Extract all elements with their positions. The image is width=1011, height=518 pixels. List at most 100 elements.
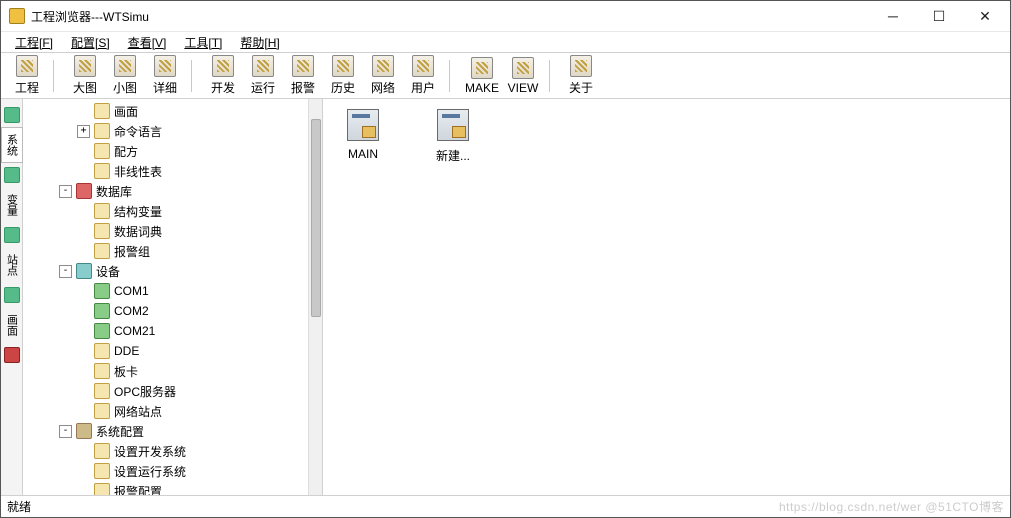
- tree-node-16[interactable]: -系统配置: [23, 421, 308, 441]
- tree-expander: [77, 225, 90, 238]
- tree-node-12[interactable]: DDE: [23, 341, 308, 361]
- tree-scroll[interactable]: 画面 + 命令语言配方非线性表 - 数据库结构变量数据词典报警组-设备 COM1 COM2C…: [23, 99, 308, 495]
- vtab-icon-0: [4, 107, 20, 123]
- tree-node-label: 命令语言: [114, 123, 162, 140]
- tree-expander: [77, 165, 90, 178]
- tree-node-18[interactable]: 设置运行系统: [23, 461, 308, 481]
- content-item-label: MAIN: [348, 147, 378, 161]
- app-icon: [9, 8, 25, 24]
- toolbar-报警[interactable]: 报警: [283, 53, 323, 98]
- tree-node-14[interactable]: OPC服务器: [23, 381, 308, 401]
- toolbar-工程-icon: [16, 55, 38, 77]
- toolbar-用户[interactable]: 用户: [403, 53, 443, 98]
- tree-node-icon: [76, 263, 92, 279]
- app-window: 工程浏览器---WTSimu ─ ☐ ✕ 工程[F]配置[S]查看[V]工具[T…: [0, 0, 1011, 518]
- tree-node-icon: [94, 363, 110, 379]
- toolbar-报警-label: 报警: [291, 79, 315, 96]
- menu-3[interactable]: 工具[T]: [176, 32, 230, 53]
- tree-expander[interactable]: +: [77, 125, 90, 138]
- toolbar-工程[interactable]: 工程: [7, 53, 47, 98]
- tree-expander[interactable]: -: [59, 425, 72, 438]
- tree-node-0[interactable]: 画面: [23, 101, 308, 121]
- tree-node-3[interactable]: 非线性表: [23, 161, 308, 181]
- vtab-画面[interactable]: 画面: [1, 307, 23, 343]
- toolbar-make-label: MAKE: [465, 81, 499, 95]
- content-item-新建...[interactable]: 新建...: [423, 109, 483, 164]
- toolbar-关于[interactable]: 关于: [561, 53, 601, 98]
- vtab-icon-3: [4, 287, 20, 303]
- tree-node-15[interactable]: 网络站点: [23, 401, 308, 421]
- toolbar-小图-label: 小图: [113, 79, 137, 96]
- tree-node-label: 设置开发系统: [114, 443, 186, 460]
- tree-node-7[interactable]: 报警组: [23, 241, 308, 261]
- toolbar-详细[interactable]: 详细: [145, 53, 185, 98]
- tree-expander: [77, 365, 90, 378]
- tree-node-10[interactable]: COM2: [23, 301, 308, 321]
- tree-scrollbar[interactable]: [308, 99, 322, 495]
- tree-node-6[interactable]: 数据词典: [23, 221, 308, 241]
- scrollbar-thumb[interactable]: [311, 119, 321, 317]
- tree-node-17[interactable]: 设置开发系统: [23, 441, 308, 461]
- toolbar-view[interactable]: VIEW: [503, 55, 543, 97]
- maximize-button[interactable]: ☐: [916, 1, 962, 31]
- minimize-button[interactable]: ─: [870, 1, 916, 31]
- toolbar-view-label: VIEW: [508, 81, 539, 95]
- toolbar-开发[interactable]: 开发: [203, 53, 243, 98]
- status-text: 就绪: [7, 498, 31, 515]
- vtab-系统[interactable]: 系统: [1, 127, 23, 163]
- menu-0[interactable]: 工程[F]: [7, 32, 61, 53]
- toolbar-网络-icon: [372, 55, 394, 77]
- tree-expander: [77, 325, 90, 338]
- tree-node-label: 网络站点: [114, 403, 162, 420]
- menu-2[interactable]: 查看[V]: [120, 32, 175, 53]
- vtab-站点[interactable]: 站点: [1, 247, 23, 283]
- tree-node-11[interactable]: COM21: [23, 321, 308, 341]
- tree-node-label: OPC服务器: [114, 383, 176, 400]
- tree-node-icon: [94, 383, 110, 399]
- toolbar-用户-label: 用户: [411, 79, 435, 96]
- tree-node-icon: [94, 103, 110, 119]
- toolbar-运行-icon: [252, 55, 274, 77]
- tree-node-icon: [94, 323, 110, 339]
- tree-expander[interactable]: -: [59, 185, 72, 198]
- toolbar-关于-icon: [570, 55, 592, 77]
- tree-node-13[interactable]: 板卡: [23, 361, 308, 381]
- vtab-extra-icon[interactable]: [4, 347, 20, 363]
- toolbar-大图[interactable]: 大图: [65, 53, 105, 98]
- tree-panel: 画面 + 命令语言配方非线性表 - 数据库结构变量数据词典报警组-设备 COM1 COM2C…: [23, 99, 323, 495]
- tree-node-5[interactable]: 结构变量: [23, 201, 308, 221]
- menu-1[interactable]: 配置[S]: [63, 32, 118, 53]
- tree-node-4[interactable]: - 数据库: [23, 181, 308, 201]
- titlebar: 工程浏览器---WTSimu ─ ☐ ✕: [1, 1, 1010, 31]
- tree-node-label: 数据库: [96, 183, 132, 200]
- tree-node-2[interactable]: 配方: [23, 141, 308, 161]
- toolbar-工程-label: 工程: [15, 79, 39, 96]
- toolbar-开发-label: 开发: [211, 79, 235, 96]
- content-area[interactable]: MAIN 新建...: [323, 99, 1010, 495]
- tree-node-icon: [94, 403, 110, 419]
- tree-node-1[interactable]: + 命令语言: [23, 121, 308, 141]
- tree-expander[interactable]: -: [59, 265, 72, 278]
- main-body: 系统变量站点画面 画面+命令语言配方非线性表-数据库结构变量数据词典报警组-设备…: [1, 99, 1010, 495]
- tree-node-label: 报警组: [114, 243, 150, 260]
- toolbar-separator: [53, 60, 59, 92]
- toolbar-make[interactable]: MAKE: [461, 55, 503, 97]
- close-button[interactable]: ✕: [962, 1, 1008, 31]
- toolbar-网络[interactable]: 网络: [363, 53, 403, 98]
- tree-node-19[interactable]: 报警配置: [23, 481, 308, 495]
- tree-node-label: COM1: [114, 284, 149, 298]
- toolbar-历史[interactable]: 历史: [323, 53, 363, 98]
- menu-4[interactable]: 帮助[H]: [232, 32, 287, 53]
- tree-node-icon: [94, 223, 110, 239]
- vtab-变量[interactable]: 变量: [1, 187, 23, 223]
- watermark-text: https://blog.csdn.net/wer @51CTO博客: [779, 498, 1004, 515]
- toolbar-运行[interactable]: 运行: [243, 53, 283, 98]
- toolbar-用户-icon: [412, 55, 434, 77]
- content-item-main[interactable]: MAIN: [333, 109, 393, 161]
- tree-expander: [77, 145, 90, 158]
- tree-expander: [77, 105, 90, 118]
- toolbar-小图[interactable]: 小图: [105, 53, 145, 98]
- tree-node-9[interactable]: COM1: [23, 281, 308, 301]
- window-title: 工程浏览器---WTSimu: [31, 8, 870, 25]
- tree-node-8[interactable]: -设备: [23, 261, 308, 281]
